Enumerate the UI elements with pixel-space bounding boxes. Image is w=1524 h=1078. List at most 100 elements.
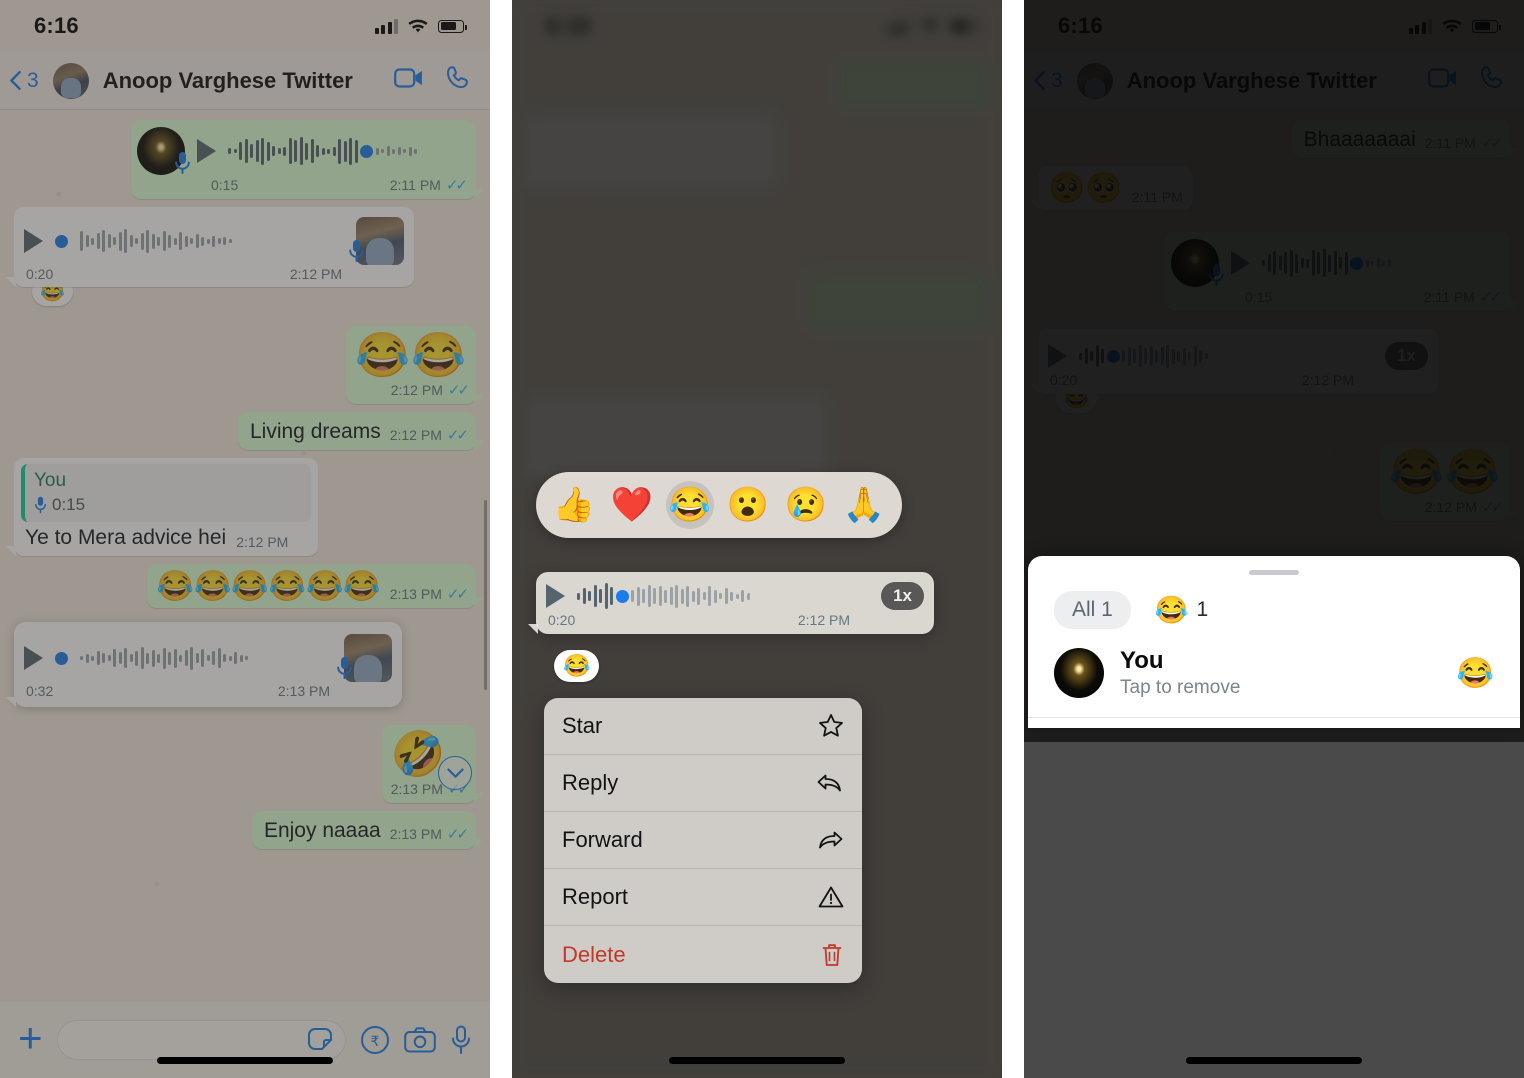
play-icon[interactable] — [197, 139, 216, 163]
reaction-thumbs-up-icon[interactable]: 👍 — [550, 481, 598, 529]
emoji-message-out[interactable]: 😂😂😂😂😂😂 2:13 PM ✓✓ — [146, 564, 485, 609]
phone-icon[interactable] — [1480, 65, 1506, 96]
text-message-out[interactable]: Enjoy naaaa 2:13 PM ✓✓ — [251, 811, 485, 850]
chat-header: 3 Anoop Varghese Twitter — [1024, 52, 1524, 110]
tab-joy-reaction[interactable]: 😂 1 — [1155, 594, 1208, 626]
voice-player[interactable] — [1171, 239, 1501, 287]
star-icon — [819, 714, 843, 737]
reactions-bottom-sheet[interactable]: All 1 😂 1 You Tap to remove 😂 — [1028, 556, 1520, 728]
playhead-dot[interactable] — [55, 651, 68, 665]
voice-message-out[interactable]: 0:15 2:11 PM ✓✓ — [1165, 232, 1518, 311]
phone-icon[interactable] — [446, 65, 472, 96]
menu-item-report[interactable]: Report — [544, 869, 862, 926]
reaction-heart-icon[interactable]: ❤️ — [608, 481, 656, 529]
reaction-joy-icon[interactable]: 😂 — [666, 481, 714, 529]
voice-message-in[interactable]: 1x 0:20 2:12 PM — [1030, 329, 1438, 394]
play-icon[interactable] — [1048, 344, 1067, 368]
drag-handle-icon[interactable] — [1249, 570, 1299, 575]
video-camera-icon[interactable] — [1428, 67, 1458, 94]
waveform[interactable] — [577, 581, 869, 611]
waveform[interactable] — [228, 136, 467, 166]
playhead-dot[interactable] — [1350, 256, 1363, 270]
contact-avatar[interactable] — [1076, 62, 1113, 99]
tab-all[interactable]: All 1 — [1054, 591, 1131, 629]
voice-player[interactable] — [24, 634, 392, 683]
message-group: 1x 0:20 2:12 PM 😂 — [1030, 329, 1510, 413]
reaction-sad-icon[interactable]: 😢 — [782, 481, 830, 529]
read-receipt-icon: ✓✓ — [446, 427, 469, 445]
voice-message-highlighted[interactable]: 0:32 2:13 PM — [6, 622, 402, 708]
play-icon[interactable] — [546, 584, 565, 608]
reaction-tabs[interactable]: All 1 😂 1 — [1028, 579, 1520, 639]
menu-item-star[interactable]: Star — [544, 698, 862, 755]
reactor-emoji[interactable]: 😂 — [1457, 656, 1494, 691]
reaction-pray-icon[interactable]: 🙏 — [840, 481, 888, 529]
three-panel-screenshot: 6:16 3 Anoop Varghese Twitter 0:15 2:11 … — [0, 0, 1524, 1078]
reactor-action-hint: Tap to remove — [1120, 677, 1241, 698]
menu-item-reply[interactable]: Reply — [544, 755, 862, 812]
emoji-message-out[interactable]: 😂😂 2:12 PM ✓✓ — [346, 326, 484, 405]
focused-voice-message[interactable]: 1x 0:20 2:12 PM — [528, 572, 934, 634]
waveform[interactable] — [1262, 248, 1501, 278]
back-button[interactable]: 3 — [10, 69, 39, 93]
voice-message-out[interactable]: 0:15 2:11 PM ✓✓ — [131, 120, 484, 199]
applied-reaction-chip[interactable]: 😂 — [554, 650, 600, 682]
voice-player[interactable] — [24, 217, 404, 265]
waveform[interactable] — [80, 226, 344, 256]
emoji-message-out[interactable]: 😂😂 2:12 PM ✓✓ — [1380, 443, 1518, 522]
play-icon[interactable] — [24, 229, 43, 253]
voice-message-in[interactable]: 0:20 2:12 PM — [6, 207, 414, 287]
reply-message-in[interactable]: You 0:15 Ye to Mera advice hei 2:12 PM — [6, 458, 318, 557]
sticker-icon[interactable] — [307, 1027, 333, 1053]
message-input-bar: + ₹ — [0, 1002, 490, 1078]
play-icon[interactable] — [24, 646, 43, 671]
status-bar: 6:16 — [512, 0, 1002, 52]
menu-item-forward[interactable]: Forward — [544, 812, 862, 869]
playhead-dot[interactable] — [55, 234, 68, 248]
reactor-list-item[interactable]: You Tap to remove 😂 — [1028, 639, 1520, 718]
message-list[interactable]: 0:15 2:11 PM ✓✓ 0:20 2:12 PM 😂 😂😂 2:12 P… — [0, 110, 490, 1002]
emoji-content: 😂😂 — [355, 331, 467, 380]
playhead-dot[interactable] — [1106, 349, 1120, 363]
playhead-dot[interactable] — [615, 589, 629, 603]
emoji-message-in[interactable]: 🥺🥺 2:11 PM — [1030, 166, 1193, 210]
scrollbar[interactable] — [484, 500, 487, 690]
text-message-out[interactable]: Living dreams 2:12 PM ✓✓ — [237, 412, 485, 451]
unread-count: 3 — [1051, 68, 1063, 92]
rupee-payment-icon[interactable]: ₹ — [360, 1025, 390, 1055]
quote-author: You — [34, 470, 67, 492]
voice-player[interactable]: 1x — [546, 581, 924, 611]
playhead-dot[interactable] — [360, 144, 373, 158]
reaction-picker-bar[interactable]: 👍 ❤️ 😂 😮 😢 🙏 — [536, 472, 902, 538]
panel-reaction-sheet: 6:16 3 Anoop Varghese Twitter Bhaaaaaaai… — [1024, 0, 1524, 1078]
playback-speed-button[interactable]: 1x — [1385, 342, 1428, 370]
message-text: Enjoy naaaa — [263, 819, 381, 843]
voice-player[interactable]: 1x — [1048, 341, 1428, 371]
microphone-icon[interactable] — [450, 1025, 472, 1055]
microphone-icon — [349, 240, 364, 262]
voice-player[interactable] — [137, 127, 467, 175]
wifi-icon — [920, 19, 940, 34]
read-receipt-icon: ✓✓ — [1480, 135, 1503, 152]
contact-avatar[interactable] — [52, 62, 89, 99]
battery-icon — [438, 19, 467, 33]
reactor-info: You Tap to remove — [1120, 647, 1240, 699]
menu-item-delete[interactable]: Delete — [544, 926, 862, 983]
menu-label: Forward — [562, 827, 643, 852]
waveform[interactable] — [80, 643, 332, 673]
video-camera-icon[interactable] — [394, 67, 424, 94]
panel-divider — [490, 0, 512, 1078]
text-message-out[interactable]: Bhaaaaaaai 2:11 PM ✓✓ — [1291, 120, 1519, 158]
cellular-bars-icon — [886, 18, 910, 34]
message-context-menu[interactable]: Star Reply Forward Report Delete — [544, 698, 862, 983]
message-row: 0:32 2:13 PM — [6, 622, 476, 708]
back-button[interactable]: 3 — [1034, 69, 1063, 93]
camera-icon[interactable] — [404, 1027, 436, 1053]
waveform[interactable] — [1079, 341, 1373, 371]
reaction-surprised-icon[interactable]: 😮 — [724, 481, 772, 529]
play-icon[interactable] — [1231, 251, 1250, 275]
quoted-message[interactable]: You 0:15 — [21, 464, 311, 523]
message-time: 2:13 PM — [390, 781, 443, 798]
playback-speed-button[interactable]: 1x — [881, 582, 924, 610]
message-input[interactable] — [56, 1020, 346, 1060]
